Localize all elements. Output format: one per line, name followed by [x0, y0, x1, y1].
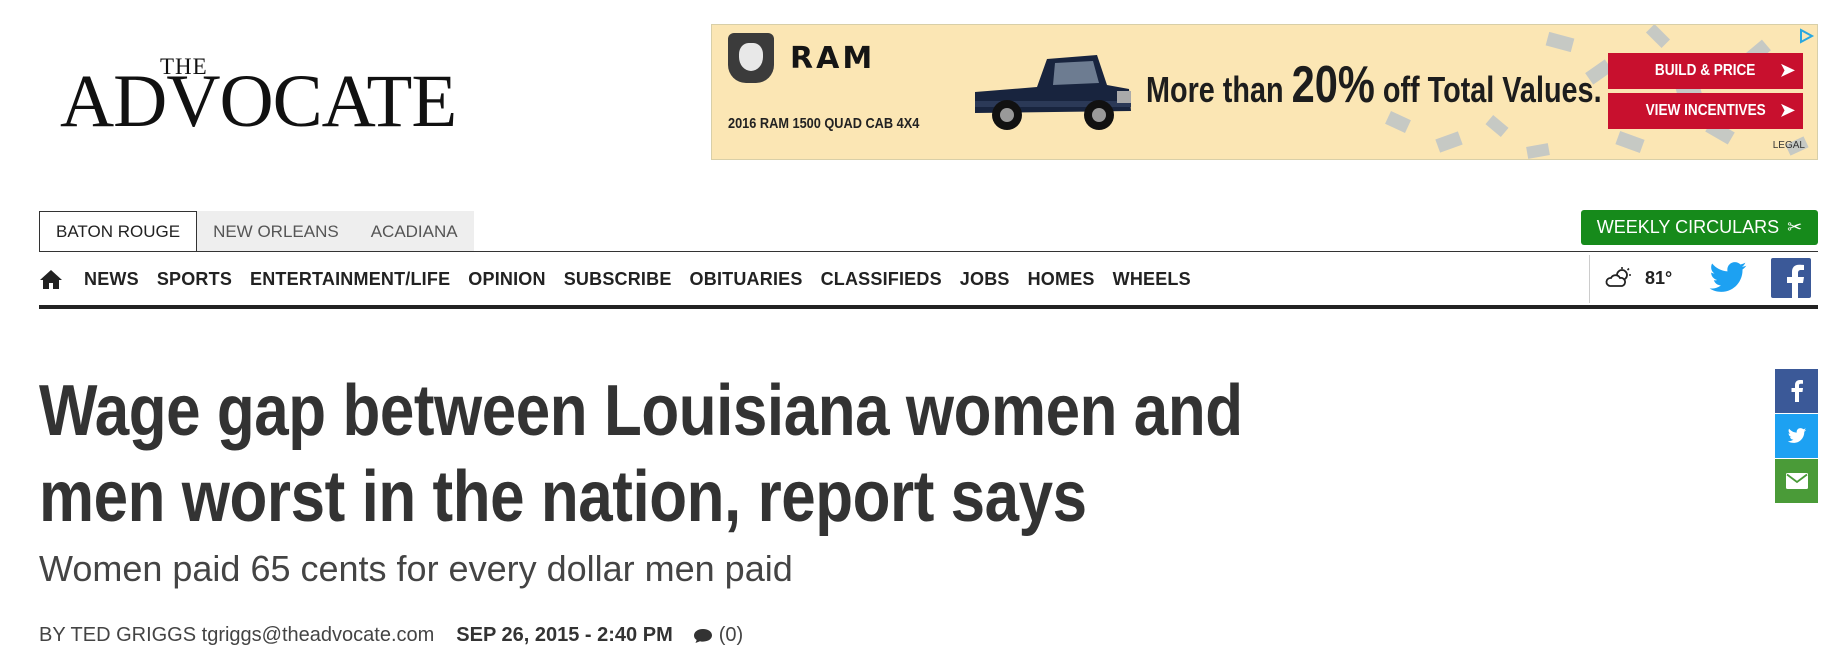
weather-temp: 81° [1645, 267, 1673, 288]
nav-separator [1589, 255, 1590, 303]
nav-item-opinion[interactable]: OPINION [459, 269, 554, 290]
comment-icon [693, 628, 712, 643]
tab-baton-rouge[interactable]: BATON ROUGE [39, 211, 198, 252]
nav-item-entertainment[interactable]: ENTERTAINMENT/LIFE [241, 269, 459, 290]
build-price-button[interactable]: BUILD & PRICE ➤ [1608, 53, 1803, 89]
tab-acadiana[interactable]: ACADIANA [354, 211, 474, 252]
ad-brand: RAM [790, 41, 876, 76]
home-icon[interactable] [39, 268, 75, 290]
truck-icon [975, 55, 1131, 130]
tabs-divider [39, 251, 1818, 252]
article-byline: BY TED GRIGGS tgriggs@theadvocate.com SE… [39, 624, 743, 647]
tab-new-orleans[interactable]: NEW ORLEANS [197, 211, 355, 252]
comments-count: (0) [718, 624, 744, 646]
nav-item-wheels[interactable]: WHEELS [1104, 269, 1200, 290]
nav-item-obituaries[interactable]: OBITUARIES [681, 269, 812, 290]
partly-cloudy-icon [1605, 267, 1631, 287]
article-headline: Wage gap between Louisiana women and men… [39, 371, 1243, 537]
twitter-icon[interactable] [1708, 258, 1748, 298]
nav-bottom-rule [39, 305, 1818, 309]
build-price-label: BUILD & PRICE [1655, 62, 1756, 79]
weekly-circulars-button[interactable]: WEEKLY CIRCULARS ✂ [1581, 210, 1818, 245]
nav-item-jobs[interactable]: JOBS [951, 269, 1019, 290]
region-tabs: BATON ROUGE NEW ORLEANS ACADIANA [39, 211, 474, 252]
logo-name: ADVOCATE [60, 60, 457, 143]
nav-item-subscribe[interactable]: SUBSCRIBE [555, 269, 681, 290]
ad-headline-pre: More than [1146, 69, 1292, 110]
chevron-right-icon: ➤ [1779, 100, 1795, 120]
adchoices-icon[interactable] [1797, 27, 1815, 45]
main-nav: NEWS SPORTS ENTERTAINMENT/LIFE OPINION S… [39, 253, 1200, 305]
ad-banner[interactable]: RAM 2016 RAM 1500 QUAD CAB 4X4 More than… [711, 24, 1818, 160]
chevron-right-icon: ➤ [1779, 60, 1795, 80]
ad-headline-post: off Total Values. [1374, 69, 1602, 110]
article-subhead: Women paid 65 cents for every dollar men… [39, 548, 793, 589]
article-date: SEP 26, 2015 - 2:40 PM [456, 624, 673, 646]
nav-item-classifieds[interactable]: CLASSIFIEDS [812, 269, 951, 290]
ad-headline: More than 20% off Total Values. [1146, 55, 1602, 115]
facebook-share-icon [1791, 380, 1803, 402]
twitter-share-icon [1787, 428, 1806, 443]
weather-widget[interactable]: 81° [1605, 266, 1672, 290]
email-share-button[interactable] [1775, 459, 1818, 503]
byline-author[interactable]: BY TED GRIGGS tgriggs@theadvocate.com [39, 624, 434, 647]
ad-model: 2016 RAM 1500 QUAD CAB 4X4 [728, 115, 920, 132]
site-logo[interactable]: THE ADVOCATE [60, 52, 470, 140]
view-incentives-label: VIEW INCENTIVES [1645, 102, 1766, 119]
scissors-icon: ✂ [1787, 217, 1803, 237]
twitter-share-button[interactable] [1775, 414, 1818, 458]
nav-item-homes[interactable]: HOMES [1019, 269, 1104, 290]
weekly-circulars-label: WEEKLY CIRCULARS [1596, 217, 1780, 237]
nav-item-sports[interactable]: SPORTS [148, 269, 241, 290]
nav-item-news[interactable]: NEWS [75, 269, 148, 290]
comments-link[interactable]: (0) [693, 624, 743, 647]
ram-logo-icon [728, 33, 774, 83]
view-incentives-button[interactable]: VIEW INCENTIVES ➤ [1608, 93, 1803, 129]
facebook-icon[interactable] [1771, 258, 1811, 298]
ad-legal-link[interactable]: LEGAL [1773, 140, 1805, 151]
facebook-share-button[interactable] [1775, 369, 1818, 413]
email-share-icon [1785, 473, 1808, 489]
ad-headline-big: 20% [1291, 56, 1375, 114]
share-sidebar [1775, 369, 1818, 504]
